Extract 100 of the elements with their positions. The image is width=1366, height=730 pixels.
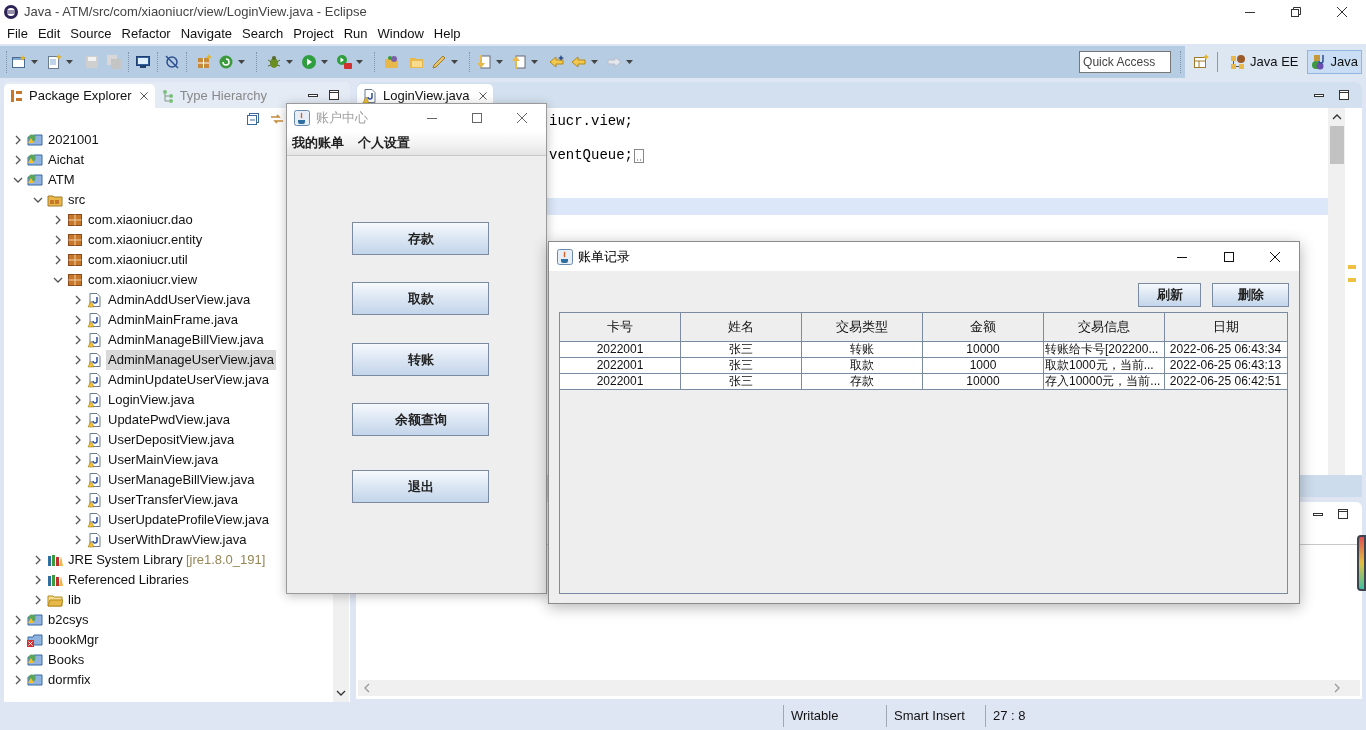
tree-item[interactable]: b2csys <box>46 610 91 630</box>
close-icon[interactable] <box>138 91 149 101</box>
perspective-button[interactable]: Java <box>1306 50 1362 74</box>
menu-item[interactable]: Search <box>237 24 289 44</box>
tree-item[interactable]: UserDepositView.java <box>106 430 237 450</box>
scrollbar-thumb[interactable] <box>1329 126 1344 164</box>
chevron-right-icon[interactable] <box>13 655 23 665</box>
tree-item[interactable]: AdminMainFrame.java <box>106 310 241 330</box>
tree-item[interactable]: AdminAddUserView.java <box>106 290 253 310</box>
quick-access-field[interactable]: Quick Access <box>1079 51 1172 73</box>
chevron-right-icon[interactable] <box>73 395 83 405</box>
chevron-right-icon[interactable] <box>73 375 83 385</box>
dropdown-caret-icon[interactable] <box>450 59 459 65</box>
run-external-icon[interactable] <box>336 54 352 70</box>
tree-item[interactable]: AdminUpdateUserView.java <box>106 370 271 390</box>
menu-item[interactable]: Project <box>288 24 339 44</box>
action-button[interactable]: 退出 <box>352 470 489 503</box>
dropdown-caret-icon[interactable] <box>65 59 74 65</box>
chevron-right-icon[interactable] <box>73 415 83 425</box>
monitor-icon[interactable] <box>135 54 151 70</box>
action-button[interactable]: 存款 <box>352 222 489 255</box>
chevron-right-icon[interactable] <box>13 675 23 685</box>
run-icon[interactable] <box>301 54 317 70</box>
chevron-right-icon[interactable] <box>13 615 23 625</box>
open-folder-icon[interactable] <box>384 54 400 70</box>
tree-item[interactable]: bookMgr <box>46 630 101 650</box>
menu-item[interactable]: File <box>2 24 33 44</box>
grid-icon[interactable] <box>196 54 212 70</box>
maximize-icon[interactable] <box>1337 508 1349 520</box>
menu-item[interactable]: 个人设置 <box>358 133 410 153</box>
scroll-up-icon[interactable] <box>1331 112 1342 122</box>
chevron-right-icon[interactable] <box>53 255 63 265</box>
new-file-icon[interactable] <box>46 54 62 70</box>
next-annotation-icon[interactable] <box>476 54 492 70</box>
refresh-icon[interactable] <box>218 54 234 70</box>
link-editor-icon[interactable] <box>270 112 284 126</box>
chevron-right-icon[interactable] <box>73 495 83 505</box>
scroll-down-icon[interactable] <box>336 688 346 698</box>
menu-item[interactable]: 我的账单 <box>292 133 344 153</box>
tree-item[interactable]: Referenced Libraries <box>66 570 191 590</box>
chevron-right-icon[interactable] <box>73 515 83 525</box>
open-perspective-icon[interactable] <box>1193 54 1210 70</box>
chevron-right-icon[interactable] <box>73 535 83 545</box>
chevron-right-icon[interactable] <box>13 635 23 645</box>
menu-item[interactable]: Window <box>372 24 429 44</box>
menu-item[interactable]: Run <box>338 24 373 44</box>
maximize-icon[interactable] <box>1338 89 1350 101</box>
warning-marker[interactable] <box>1348 265 1356 269</box>
tree-item[interactable]: UserManageBillView.java <box>106 470 257 490</box>
skip-breakpoints-icon[interactable] <box>164 54 180 70</box>
tree-item[interactable]: lib <box>66 590 83 610</box>
tree-item[interactable]: UserWithDrawView.java <box>106 530 249 550</box>
folded-code-icon[interactable] <box>634 148 644 163</box>
tree-item[interactable]: com.xiaoniucr.view <box>86 270 200 290</box>
previous-annotation-icon[interactable] <box>511 54 527 70</box>
menu-item[interactable]: Navigate <box>175 24 237 44</box>
dropdown-caret-icon[interactable] <box>285 59 294 65</box>
level-meter-widget[interactable] <box>1357 535 1366 591</box>
chevron-right-icon[interactable] <box>33 575 43 585</box>
tree-item[interactable]: ATM <box>46 170 77 190</box>
close-icon[interactable] <box>1336 6 1348 18</box>
chevron-right-icon[interactable] <box>73 335 83 345</box>
maximize-icon[interactable] <box>1223 250 1235 263</box>
chevron-down-icon[interactable] <box>53 275 63 285</box>
toolbar-button[interactable]: 刷新 <box>1138 282 1201 307</box>
dropdown-caret-icon[interactable] <box>625 59 634 65</box>
new-window-icon[interactable] <box>11 54 27 70</box>
chevron-right-icon[interactable] <box>53 215 63 225</box>
collapse-all-icon[interactable] <box>246 112 260 126</box>
chevron-right-icon[interactable] <box>53 235 63 245</box>
dropdown-caret-icon[interactable] <box>320 59 329 65</box>
menu-item[interactable]: Edit <box>32 24 66 44</box>
tree-item[interactable]: JRE System Library <box>66 550 185 570</box>
dropdown-caret-icon[interactable] <box>237 59 246 65</box>
tree-item[interactable]: Books <box>46 650 87 670</box>
tree-item[interactable]: com.xiaoniucr.dao <box>86 210 195 230</box>
dropdown-caret-icon[interactable] <box>530 59 539 65</box>
chevron-down-icon[interactable] <box>13 175 23 185</box>
tree-item[interactable]: Aichat <box>46 150 87 170</box>
perspective-button[interactable]: Java EE <box>1226 50 1303 74</box>
chevron-right-icon[interactable] <box>13 155 23 165</box>
chevron-down-icon[interactable] <box>33 195 43 205</box>
tree-item[interactable]: LoginView.java <box>106 390 197 410</box>
tree-item[interactable]: UpdatePwdView.java <box>106 410 232 430</box>
action-button[interactable]: 转账 <box>352 343 489 376</box>
tree-item[interactable]: AdminManageUserView.java <box>106 350 276 370</box>
maximize-icon[interactable] <box>328 89 340 101</box>
menu-item[interactable]: Source <box>65 24 117 44</box>
action-button[interactable]: 余额查询 <box>352 403 489 436</box>
action-button[interactable]: 取款 <box>352 282 489 315</box>
tree-item[interactable]: src <box>66 190 88 210</box>
menu-item[interactable]: Help <box>428 24 466 44</box>
chevron-right-icon[interactable] <box>13 135 23 145</box>
chevron-right-icon[interactable] <box>33 555 43 565</box>
menu-item[interactable]: Refactor <box>116 24 176 44</box>
dropdown-caret-icon[interactable] <box>355 59 364 65</box>
chevron-right-icon[interactable] <box>73 295 83 305</box>
chevron-right-icon[interactable] <box>73 355 83 365</box>
tree-item[interactable]: UserTransferView.java <box>106 490 241 510</box>
bug-icon[interactable] <box>266 54 282 70</box>
